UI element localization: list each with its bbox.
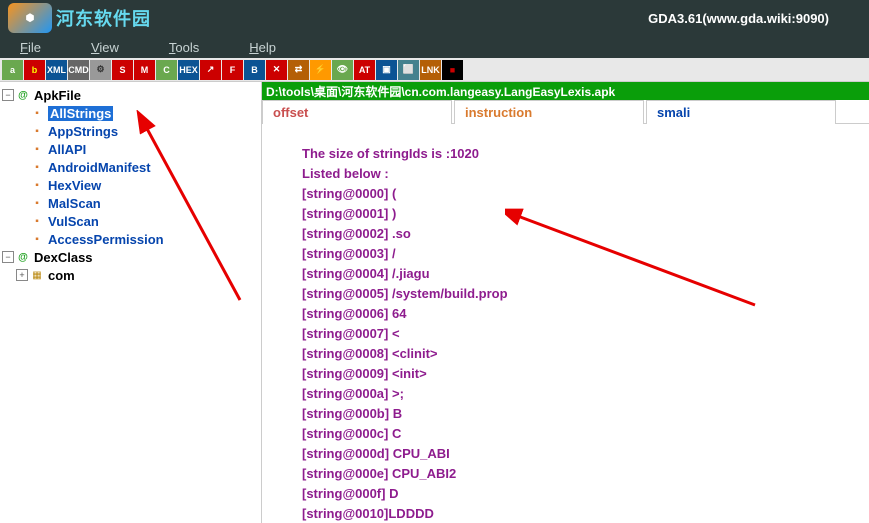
- menu-tools[interactable]: Tools: [169, 40, 199, 55]
- file-icon: ▪: [30, 143, 44, 155]
- listing-line[interactable]: [string@000c] C: [302, 424, 869, 444]
- listing-line[interactable]: [string@000e] CPU_ABI2: [302, 464, 869, 484]
- tree-pane[interactable]: − @ ApkFile ▪ AllStrings ▪ AppStrings ▪ AllAP…: [0, 82, 262, 523]
- listing-line[interactable]: [string@000b] B: [302, 404, 869, 424]
- minus-icon[interactable]: −: [2, 251, 14, 263]
- file-icon: ▪: [30, 125, 44, 137]
- menu-bar: File View Tools Help: [0, 36, 869, 58]
- at-icon: @: [16, 89, 30, 101]
- toolbar-button-6[interactable]: M: [134, 60, 155, 80]
- at-icon: @: [16, 251, 30, 263]
- listing-line[interactable]: [string@0004] /.jiagu: [302, 264, 869, 284]
- listing-line[interactable]: [string@000d] CPU_ABI: [302, 444, 869, 464]
- listing-line[interactable]: [string@0007] <: [302, 324, 869, 344]
- toolbar-button-10[interactable]: F: [222, 60, 243, 80]
- column-tabs: offset instruction smali: [262, 100, 869, 124]
- tree-label: HexView: [48, 178, 101, 193]
- tree-item-appstrings[interactable]: ▪ AppStrings: [2, 122, 259, 140]
- tree-item-androidmanifest[interactable]: ▪ AndroidManifest: [2, 158, 259, 176]
- tree-dexclass[interactable]: − @ DexClass: [2, 248, 259, 266]
- toolbar-button-13[interactable]: ⇄: [288, 60, 309, 80]
- toolbar-button-14[interactable]: ⚡: [310, 60, 331, 80]
- listing-line[interactable]: [string@0003] /: [302, 244, 869, 264]
- file-icon: ▪: [30, 107, 44, 119]
- tab-smali[interactable]: smali: [646, 100, 836, 124]
- detail-pane: D:\tools\桌面\河东软件园\cn.com.langeasy.LangEa…: [262, 82, 869, 523]
- tab-instruction[interactable]: instruction: [454, 100, 644, 124]
- tree-item-hexview[interactable]: ▪ HexView: [2, 176, 259, 194]
- string-listing[interactable]: The size of stringIds is :1020Listed bel…: [262, 124, 869, 523]
- file-icon: ▪: [30, 215, 44, 227]
- logo-text: 河东软件园: [56, 5, 151, 31]
- tree-label: AllAPI: [48, 142, 86, 157]
- package-icon: ▦: [30, 269, 44, 281]
- tree-label: MalScan: [48, 196, 101, 211]
- tree-item-allapi[interactable]: ▪ AllAPI: [2, 140, 259, 158]
- file-icon: ▪: [30, 161, 44, 173]
- app-logo-icon: ⬢: [8, 3, 52, 33]
- plus-icon[interactable]: +: [16, 269, 28, 281]
- listing-line[interactable]: [string@0008] <clinit>: [302, 344, 869, 364]
- listing-line[interactable]: The size of stringIds is :1020: [302, 144, 869, 164]
- tree-label: AccessPermission: [48, 232, 164, 247]
- tree-item-malscan[interactable]: ▪ MalScan: [2, 194, 259, 212]
- tree-item-vulscan[interactable]: ▪ VulScan: [2, 212, 259, 230]
- window-title: GDA3.61(www.gda.wiki:9090): [648, 11, 829, 26]
- toolbar-button-2[interactable]: XML: [46, 60, 67, 80]
- listing-line[interactable]: [string@0010]LDDDD: [302, 504, 869, 523]
- listing-line[interactable]: [string@0002] .so: [302, 224, 869, 244]
- tree-label: VulScan: [48, 214, 99, 229]
- file-icon: ▪: [30, 233, 44, 245]
- listing-line[interactable]: [string@0009] <init>: [302, 364, 869, 384]
- toolbar: abXMLCMD⚙SMCHEX↗FB✕⇄⚡👁AT▣⬜LNK■: [0, 58, 869, 82]
- toolbar-button-16[interactable]: AT: [354, 60, 375, 80]
- tree-label: AndroidManifest: [48, 160, 151, 175]
- toolbar-button-15[interactable]: 👁: [332, 60, 353, 80]
- tree-item-accesspermission[interactable]: ▪ AccessPermission: [2, 230, 259, 248]
- toolbar-button-8[interactable]: HEX: [178, 60, 199, 80]
- tree-com[interactable]: + ▦ com: [2, 266, 259, 284]
- tree-root-apkfile[interactable]: − @ ApkFile: [2, 86, 259, 104]
- toolbar-button-11[interactable]: B: [244, 60, 265, 80]
- tree-item-allstrings[interactable]: ▪ AllStrings: [2, 104, 259, 122]
- menu-file[interactable]: File: [20, 40, 41, 55]
- file-icon: ▪: [30, 179, 44, 191]
- toolbar-button-3[interactable]: CMD: [68, 60, 89, 80]
- toolbar-button-19[interactable]: LNK: [420, 60, 441, 80]
- menu-view[interactable]: View: [91, 40, 119, 55]
- window-titlebar: ⬢ 河东软件园 GDA3.61(www.gda.wiki:9090): [0, 0, 869, 36]
- file-icon: ▪: [30, 197, 44, 209]
- toolbar-button-1[interactable]: b: [24, 60, 45, 80]
- main-content: − @ ApkFile ▪ AllStrings ▪ AppStrings ▪ AllAP…: [0, 82, 869, 523]
- toolbar-button-17[interactable]: ▣: [376, 60, 397, 80]
- listing-line[interactable]: [string@0006] 64: [302, 304, 869, 324]
- menu-help[interactable]: Help: [249, 40, 276, 55]
- listing-line[interactable]: [string@0001] ): [302, 204, 869, 224]
- listing-line[interactable]: [string@000f] D: [302, 484, 869, 504]
- toolbar-button-0[interactable]: a: [2, 60, 23, 80]
- tree-label: AppStrings: [48, 124, 118, 139]
- toolbar-button-20[interactable]: ■: [442, 60, 463, 80]
- logo-area: ⬢ 河东软件园: [8, 3, 151, 33]
- file-path-bar: D:\tools\桌面\河东软件园\cn.com.langeasy.LangEa…: [262, 82, 869, 100]
- listing-line[interactable]: [string@0000] (: [302, 184, 869, 204]
- toolbar-button-18[interactable]: ⬜: [398, 60, 419, 80]
- listing-line[interactable]: Listed below :: [302, 164, 869, 184]
- listing-line[interactable]: [string@0005] /system/build.prop: [302, 284, 869, 304]
- minus-icon[interactable]: −: [2, 89, 14, 101]
- toolbar-button-7[interactable]: C: [156, 60, 177, 80]
- toolbar-button-12[interactable]: ✕: [266, 60, 287, 80]
- listing-line[interactable]: [string@000a] >;: [302, 384, 869, 404]
- toolbar-button-5[interactable]: S: [112, 60, 133, 80]
- tree-label: AllStrings: [48, 106, 113, 121]
- toolbar-button-4[interactable]: ⚙: [90, 60, 111, 80]
- toolbar-button-9[interactable]: ↗: [200, 60, 221, 80]
- tab-offset[interactable]: offset: [262, 100, 452, 124]
